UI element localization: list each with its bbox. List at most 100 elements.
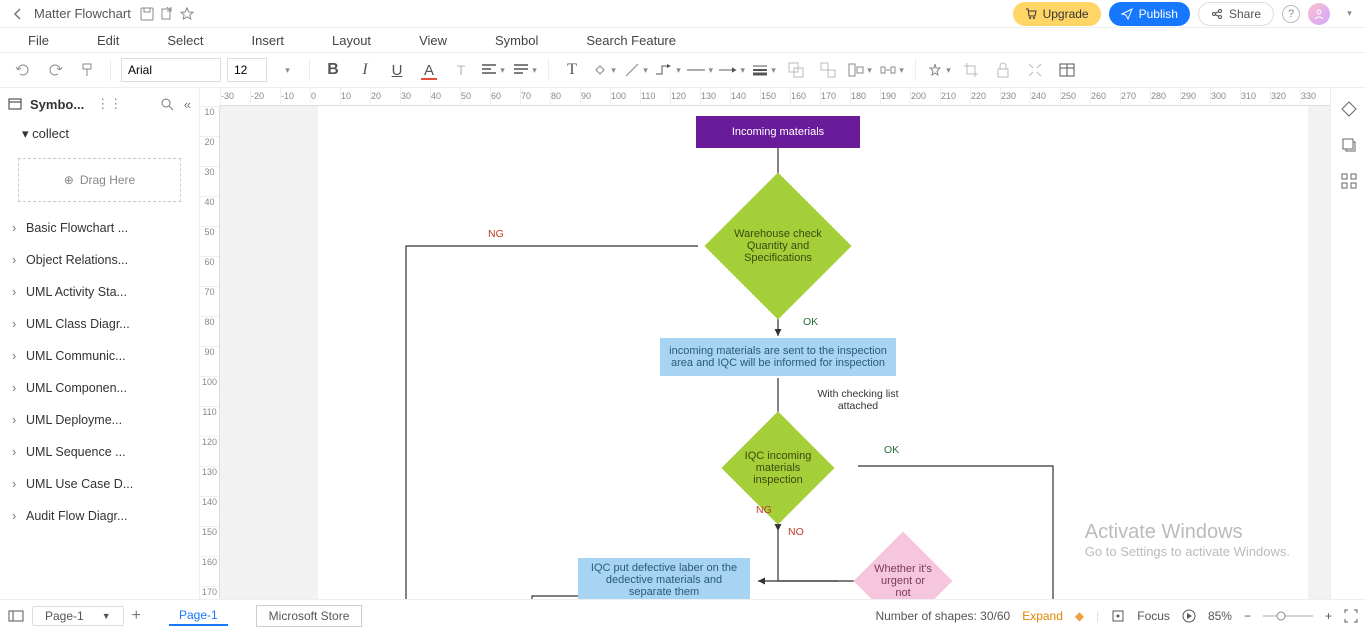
line-style-icon[interactable] bbox=[687, 57, 713, 83]
sidebar-item[interactable]: UML Deployme... bbox=[0, 404, 199, 436]
menu-symbol[interactable]: Symbol bbox=[495, 33, 538, 48]
menu-search[interactable]: Search Feature bbox=[586, 33, 676, 48]
node-incoming[interactable]: Incoming materials bbox=[696, 116, 860, 148]
line-color-icon[interactable] bbox=[623, 57, 649, 83]
ruler-horizontal: -30-20-100102030405060708090100110120130… bbox=[220, 88, 1330, 106]
doc-title: Matter Flowchart bbox=[34, 6, 131, 21]
text-case-icon[interactable]: T bbox=[448, 57, 474, 83]
connector-icon[interactable] bbox=[655, 57, 681, 83]
node-inspection-area[interactable]: incoming materials are sent to the inspe… bbox=[660, 338, 896, 376]
search-icon[interactable] bbox=[160, 97, 174, 112]
text-tool-icon[interactable]: T bbox=[559, 57, 585, 83]
sidebar-item[interactable]: Audit Flow Diagr... bbox=[0, 500, 199, 532]
toolbar: B I U A T T bbox=[0, 52, 1366, 88]
menu-select[interactable]: Select bbox=[167, 33, 203, 48]
sidebar-item[interactable]: Object Relations... bbox=[0, 244, 199, 276]
align-h-icon[interactable] bbox=[480, 57, 506, 83]
page-tab-active[interactable]: Page-1 bbox=[169, 606, 228, 626]
zoom-slider[interactable] bbox=[1263, 611, 1313, 621]
table-icon[interactable] bbox=[1054, 57, 1080, 83]
drag-here-area[interactable]: ⊕ Drag Here bbox=[18, 158, 181, 202]
underline-icon[interactable]: U bbox=[384, 57, 410, 83]
sidebar-item[interactable]: UML Class Diagr... bbox=[0, 308, 199, 340]
menu-edit[interactable]: Edit bbox=[97, 33, 119, 48]
focus-label[interactable]: Focus bbox=[1137, 609, 1170, 623]
font-size-dd[interactable] bbox=[273, 57, 299, 83]
zoom-level[interactable]: 85% bbox=[1208, 609, 1232, 623]
save-icon[interactable] bbox=[137, 7, 157, 21]
label-ok: OK bbox=[803, 316, 818, 328]
sidebar: Symbo... ⋮⋮ « ▾ collect ⊕ Drag Here Basi… bbox=[0, 88, 200, 599]
grid-icon[interactable] bbox=[1340, 172, 1358, 190]
star-icon[interactable] bbox=[177, 7, 197, 21]
sidebar-item[interactable]: UML Use Case D... bbox=[0, 468, 199, 500]
page-selector[interactable]: Page-1▼ bbox=[32, 606, 124, 626]
sidebar-collect[interactable]: ▾ collect bbox=[0, 120, 199, 148]
ruler-vertical: 1020304050607080901001101201301401501601… bbox=[200, 106, 220, 599]
menu-bar: File Edit Select Insert Layout View Symb… bbox=[0, 28, 1366, 52]
canvas-area[interactable]: -30-20-100102030405060708090100110120130… bbox=[200, 88, 1330, 599]
share-icon bbox=[1211, 8, 1223, 20]
avatar[interactable] bbox=[1308, 3, 1330, 25]
label-ng2: NG bbox=[756, 504, 772, 516]
collapse-icon[interactable]: « bbox=[184, 97, 191, 112]
menu-file[interactable]: File bbox=[28, 33, 49, 48]
export-icon[interactable] bbox=[157, 7, 177, 21]
italic-icon[interactable]: I bbox=[352, 57, 378, 83]
align-obj-icon[interactable] bbox=[847, 57, 873, 83]
ungroup-icon[interactable] bbox=[815, 57, 841, 83]
lock-icon[interactable] bbox=[990, 57, 1016, 83]
pages-icon[interactable] bbox=[8, 610, 24, 622]
node-iqc-inspection[interactable]: IQC incoming materials inspection bbox=[721, 411, 834, 524]
menu-layout[interactable]: Layout bbox=[332, 33, 371, 48]
font-select[interactable] bbox=[121, 58, 221, 82]
node-warehouse-check[interactable]: Warehouse check Quantity and Specificati… bbox=[704, 172, 851, 319]
arrow-style-icon[interactable] bbox=[719, 57, 745, 83]
group-icon[interactable] bbox=[783, 57, 809, 83]
microsoft-store-tag[interactable]: Microsoft Store bbox=[256, 605, 363, 627]
line-weight-icon[interactable] bbox=[751, 57, 777, 83]
fullscreen-icon[interactable] bbox=[1344, 609, 1358, 623]
menu-insert[interactable]: Insert bbox=[252, 33, 285, 48]
redo-icon[interactable] bbox=[42, 57, 68, 83]
sidebar-item[interactable]: UML Componen... bbox=[0, 372, 199, 404]
node-defective-label[interactable]: IQC put defective laber on the dedective… bbox=[578, 558, 750, 599]
zoom-in-icon[interactable]: + bbox=[1325, 609, 1332, 623]
library-icon bbox=[8, 98, 22, 110]
plus-icon: ⊕ bbox=[64, 173, 74, 187]
canvas-page[interactable]: Incoming materials Warehouse check Quant… bbox=[318, 106, 1308, 599]
menu-view[interactable]: View bbox=[419, 33, 447, 48]
sidebar-item[interactable]: Basic Flowchart ... bbox=[0, 212, 199, 244]
zoom-out-icon[interactable]: − bbox=[1244, 609, 1251, 623]
avatar-menu-icon[interactable] bbox=[1338, 8, 1358, 19]
font-size-select[interactable] bbox=[227, 58, 267, 82]
theme-icon[interactable] bbox=[1340, 100, 1358, 118]
bold-icon[interactable]: B bbox=[320, 57, 346, 83]
label-no: NO bbox=[788, 526, 804, 538]
help-icon[interactable]: ? bbox=[1282, 5, 1300, 23]
sidebar-item[interactable]: UML Communic... bbox=[0, 340, 199, 372]
tools-icon[interactable] bbox=[1022, 57, 1048, 83]
share-button[interactable]: Share bbox=[1198, 2, 1274, 26]
play-icon[interactable] bbox=[1182, 609, 1196, 623]
publish-button[interactable]: Publish bbox=[1109, 2, 1190, 26]
sidebar-item[interactable]: UML Sequence ... bbox=[0, 436, 199, 468]
add-page-icon[interactable]: + bbox=[132, 607, 141, 625]
align-v-icon[interactable] bbox=[512, 57, 538, 83]
expand-link[interactable]: Expand bbox=[1022, 609, 1063, 623]
sidebar-menu-icon[interactable]: ⋮⋮ bbox=[96, 96, 122, 112]
undo-icon[interactable] bbox=[10, 57, 36, 83]
font-color-icon[interactable]: A bbox=[416, 57, 442, 83]
layers-icon[interactable] bbox=[1340, 136, 1358, 154]
effects-icon[interactable] bbox=[926, 57, 952, 83]
upgrade-button[interactable]: Upgrade bbox=[1013, 2, 1101, 26]
send-icon bbox=[1121, 8, 1133, 20]
crop-icon[interactable] bbox=[958, 57, 984, 83]
fill-icon[interactable] bbox=[591, 57, 617, 83]
back-icon[interactable] bbox=[8, 8, 28, 20]
fit-icon[interactable] bbox=[1111, 609, 1125, 623]
format-painter-icon[interactable] bbox=[74, 57, 100, 83]
node-urgent[interactable]: Whether it's urgent or not bbox=[854, 532, 953, 599]
distribute-icon[interactable] bbox=[879, 57, 905, 83]
sidebar-item[interactable]: UML Activity Sta... bbox=[0, 276, 199, 308]
